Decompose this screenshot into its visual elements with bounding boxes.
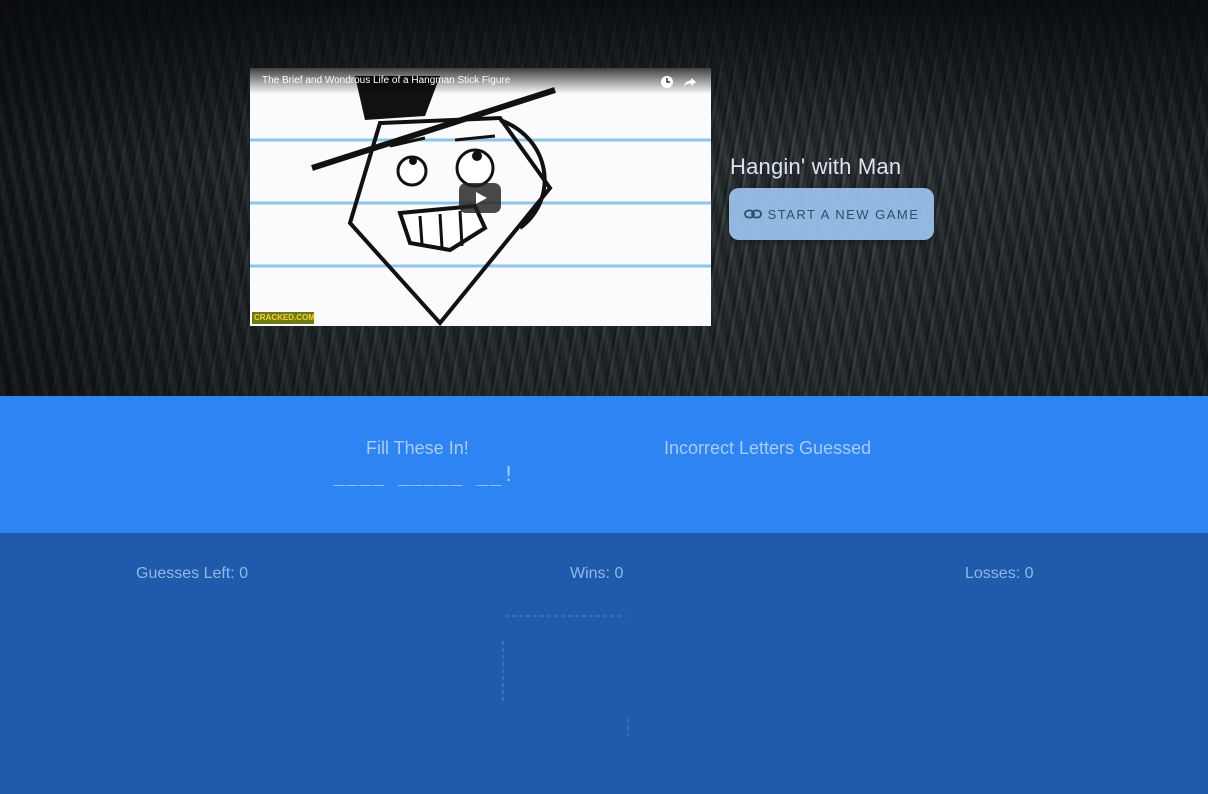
- play-button[interactable]: [459, 183, 501, 213]
- letters-section: Fill These In! ____ _____ __! Incorrect …: [0, 396, 1208, 533]
- embedded-video-player[interactable]: The Brief and Wondrous Life of a Hangman…: [250, 68, 711, 326]
- guesses-left: Guesses Left: 0: [136, 565, 249, 582]
- wins-count: Wins: 0: [570, 565, 624, 582]
- incorrect-letters-heading: Incorrect Letters Guessed: [664, 438, 872, 458]
- hero-banner: The Brief and Wondrous Life of a Hangman…: [0, 0, 1208, 396]
- word-blanks: ____ _____ __!: [333, 462, 516, 486]
- start-new-game-label: START A NEW GAME: [767, 206, 920, 222]
- video-title[interactable]: The Brief and Wondrous Life of a Hangman…: [262, 75, 582, 86]
- start-new-game-button[interactable]: START A NEW GAME: [729, 188, 934, 240]
- hangman-gallows: [502, 615, 629, 736]
- link-icon: [743, 209, 762, 219]
- page-title: Hangin' with Man: [730, 154, 902, 179]
- share-icon[interactable]: [683, 75, 697, 89]
- losses-count: Losses: 0: [965, 565, 1034, 582]
- clock-icon[interactable]: [660, 75, 674, 89]
- fill-in-heading: Fill These In!: [366, 438, 469, 458]
- video-channel-logo: CRACKED.COM: [252, 312, 315, 324]
- stats-section: Guesses Left: 0 Wins: 0 Losses: 0: [0, 533, 1208, 794]
